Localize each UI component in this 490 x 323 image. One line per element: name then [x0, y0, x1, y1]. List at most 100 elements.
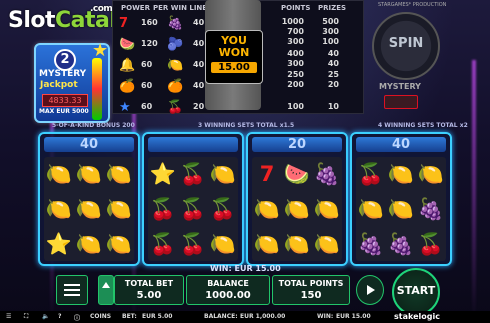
- jackpot-max: MAX EUR 5000: [39, 108, 89, 115]
- status-win-label: WIN:: [317, 313, 334, 320]
- panel-counter: 40: [44, 137, 134, 152]
- info-icon[interactable]: ⓘ: [74, 313, 80, 322]
- points-value: 100: [287, 102, 304, 111]
- status-balance-value: EUR 1,000.00: [240, 313, 286, 320]
- pt-value: 160: [141, 18, 158, 27]
- orange-icon: 🍊: [119, 79, 136, 94]
- start-button[interactable]: START: [392, 268, 440, 316]
- pt-value: 60: [141, 81, 153, 90]
- pt-value: 60: [141, 102, 153, 111]
- mystery-button[interactable]: [384, 95, 418, 109]
- prize-value: 500: [322, 17, 339, 26]
- reel-symbol: 🍒: [149, 232, 177, 256]
- reel-symbol: 🍋: [283, 197, 311, 221]
- bell-icon: 🔔: [119, 58, 136, 73]
- reel-panel-4: 40 🍒 🍋 🍋 🍋 🍋 🍇 🍇 🍇 🍒: [350, 132, 452, 266]
- reel-symbol: 🍇: [387, 232, 415, 256]
- reel-symbol: 🍋: [357, 197, 385, 221]
- pt-value: 40: [193, 18, 205, 27]
- arrow-up-icon: [102, 282, 110, 288]
- reel-symbol: 🍋: [209, 162, 237, 186]
- plum-icon: 🫐: [167, 37, 184, 52]
- stakelogic-logo: stakelogic: [394, 312, 440, 321]
- reel-symbol: ⭐: [149, 162, 177, 186]
- reel-symbol: 🍋: [313, 232, 341, 256]
- pt-value: 20: [193, 102, 205, 111]
- prize-value: 20: [327, 80, 339, 89]
- balance-label: BALANCE: [207, 279, 249, 288]
- jackpot-number: 2: [54, 49, 76, 71]
- reel-grid: 🍋 🍋 🍋 🍋 🍋 🍋 ⭐ 🍋 🍋: [44, 157, 134, 261]
- reel-symbol: 🍒: [357, 162, 385, 186]
- help-icon[interactable]: ?: [58, 313, 61, 320]
- points-value: 1000: [281, 17, 304, 26]
- jackpot-meter: [92, 58, 102, 120]
- total-points-value: 150: [300, 290, 322, 301]
- status-bar: ☰ ⛶ 🔈 ? ⓘ COINS BET: EUR 5.00 BALANCE: E…: [0, 311, 490, 323]
- menu-icon[interactable]: ☰: [6, 313, 11, 320]
- points-value: 300: [287, 37, 304, 46]
- total-points-box: TOTAL POINTS 150: [272, 275, 350, 305]
- reel-symbol: 🍋: [105, 197, 133, 221]
- status-balance-label: BALANCE:: [204, 313, 238, 320]
- reel-symbol: 🍇: [417, 197, 445, 221]
- seven-icon: 7: [119, 16, 129, 31]
- coins-label[interactable]: COINS: [90, 313, 111, 320]
- status-bet-value: EUR 5.00: [142, 313, 173, 320]
- start-label: START: [396, 284, 436, 297]
- prize-value: 10: [327, 102, 339, 111]
- reel-panel-1: 40 🍋 🍋 🍋 🍋 🍋 🍋 ⭐ 🍋 🍋: [38, 132, 140, 266]
- menu-button[interactable]: [56, 275, 88, 305]
- reel-symbol: 🍋: [387, 162, 415, 186]
- star-icon: ★: [92, 40, 109, 61]
- prize-value: 25: [327, 70, 339, 79]
- autoplay-button[interactable]: [356, 275, 384, 305]
- you-won-amount: 15.00: [211, 62, 257, 73]
- win-line-text: WIN: EUR 15.00: [210, 264, 281, 273]
- jackpot-amount: 4833.33: [42, 94, 88, 107]
- reel-symbol: 🍉: [283, 162, 311, 186]
- reel-symbol: 🍋: [45, 197, 73, 221]
- you-won-display: YOU WON 15.00: [205, 30, 263, 84]
- points-value: 250: [287, 70, 304, 79]
- cherry-icon: 🍒: [167, 100, 184, 115]
- spin-wheel[interactable]: SPIN: [372, 12, 440, 80]
- reel-grid: 🍒 🍋 🍋 🍋 🍋 🍇 🍇 🍇 🍒: [356, 157, 446, 261]
- reel-symbol: 🍋: [209, 232, 237, 256]
- pt-value: 40: [193, 60, 205, 69]
- total-bet-box: TOTAL BET 5.00: [114, 275, 184, 305]
- watermark-slot: Slot: [8, 8, 56, 33]
- watermark-domain: .com: [90, 4, 113, 14]
- prize-value: 300: [322, 27, 339, 36]
- panel-counter: [148, 137, 238, 152]
- reel-symbol: 🍋: [105, 232, 133, 256]
- reel-symbol: 🍒: [417, 232, 445, 256]
- reel-symbol: 🍇: [313, 162, 341, 186]
- prize-value: 40: [327, 59, 339, 68]
- reel-symbol: 🍇: [357, 232, 385, 256]
- mystery-label: MYSTERY: [379, 82, 421, 91]
- lemon-icon: 🍋: [167, 58, 184, 73]
- reel-symbol: 🍋: [105, 162, 133, 186]
- reel-symbol: 🍋: [387, 197, 415, 221]
- pt-row: 7 160 🍇 40: [113, 15, 205, 32]
- grape-icon: 🍇: [167, 16, 184, 31]
- status-bet-label: BET:: [122, 313, 137, 320]
- jackpot-title-2: Jackpot: [40, 80, 78, 90]
- reel-symbol: ⭐: [45, 232, 73, 256]
- volume-icon[interactable]: 🔈: [42, 313, 49, 320]
- total-bet-label: TOTAL BET: [124, 279, 174, 288]
- bet-adjust-button[interactable]: [98, 275, 114, 305]
- expand-icon[interactable]: ⛶: [24, 313, 28, 321]
- reel-symbol: 🍒: [149, 197, 177, 221]
- production-credit: STARGAMES* PRODUCTION: [378, 2, 447, 8]
- pt-value: 60: [141, 60, 153, 69]
- points-value: 200: [287, 80, 304, 89]
- balance-box: BALANCE 1000.00: [186, 275, 270, 305]
- reel-symbol: 🍒: [179, 232, 207, 256]
- reel-panel-3: 20 7 🍉 🍇 🍋 🍋 🍋 🍋 🍋 🍋: [246, 132, 348, 266]
- panel-counter: 40: [356, 137, 446, 152]
- points-value: 300: [287, 59, 304, 68]
- pt-value: 40: [193, 39, 205, 48]
- pt-value: 40: [193, 81, 205, 90]
